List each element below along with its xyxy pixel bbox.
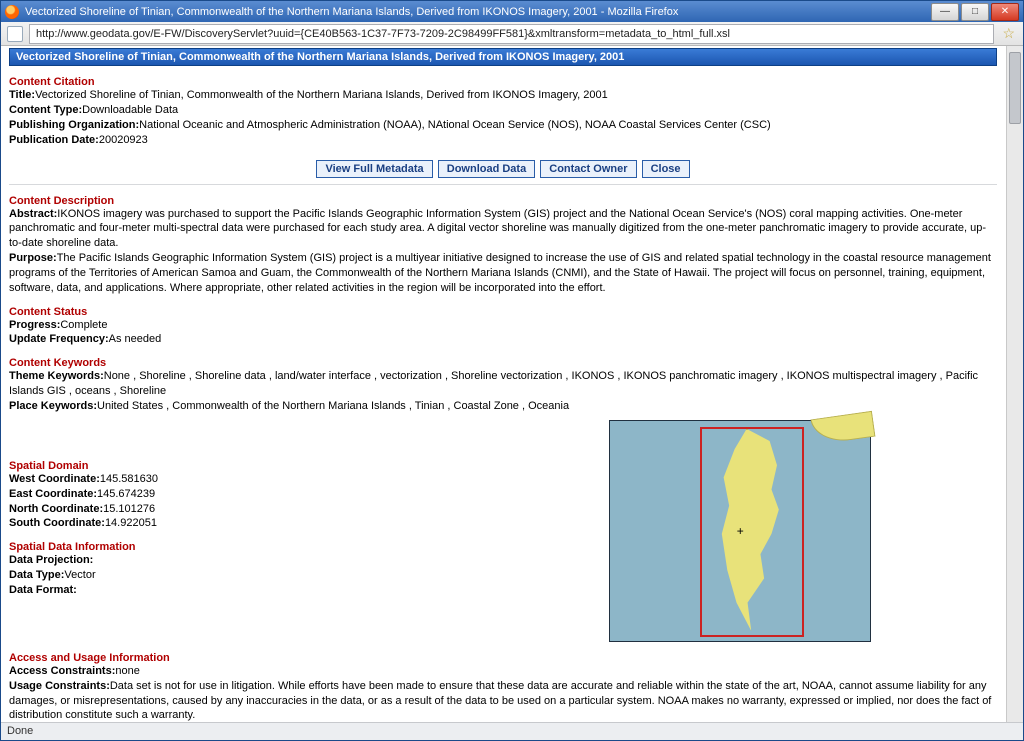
title-label: Title: xyxy=(9,89,35,101)
access-usage-section: Access and Usage Information Access Cons… xyxy=(9,652,997,722)
separator xyxy=(9,184,997,185)
purpose-label: Purpose: xyxy=(9,252,57,264)
map-preview: + xyxy=(609,420,871,642)
vertical-scrollbar[interactable] xyxy=(1006,46,1023,722)
download-data-button[interactable]: Download Data xyxy=(438,160,535,178)
map-bounding-box xyxy=(700,427,804,637)
window-close-button[interactable]: ✕ xyxy=(991,3,1019,21)
abstract-text: IKONOS imagery was purchased to support … xyxy=(9,208,986,250)
window-titlebar: Vectorized Shoreline of Tinian, Commonwe… xyxy=(1,1,1023,22)
view-full-metadata-button[interactable]: View Full Metadata xyxy=(316,160,432,178)
place-keywords-label: Place Keywords: xyxy=(9,400,97,412)
abstract-label: Abstract: xyxy=(9,208,57,220)
access-constraints-label: Access Constraints: xyxy=(9,665,115,677)
map-corner-land xyxy=(811,411,876,445)
spatial-data-info-section: Spatial Data Information Data Projection… xyxy=(9,541,463,598)
update-frequency-label: Update Frequency: xyxy=(9,333,109,345)
update-frequency-value: As needed xyxy=(109,333,162,345)
page-banner: Vectorized Shoreline of Tinian, Commonwe… xyxy=(9,48,997,66)
progress-value: Complete xyxy=(60,319,107,331)
data-format-label: Data Format: xyxy=(9,584,77,596)
access-constraints-value: none xyxy=(115,665,139,677)
status-text: Done xyxy=(7,725,33,737)
east-coord-label: East Coordinate: xyxy=(9,488,97,500)
south-coord-label: South Coordinate: xyxy=(9,517,105,529)
data-type-label: Data Type: xyxy=(9,569,64,581)
content-citation-heading: Content Citation xyxy=(9,76,997,88)
content-keywords-heading: Content Keywords xyxy=(9,357,997,369)
button-row-top: View Full Metadata Download Data Contact… xyxy=(9,160,997,178)
content-description-heading: Content Description xyxy=(9,195,997,207)
map-center-cross-icon: + xyxy=(735,526,745,536)
progress-label: Progress: xyxy=(9,319,60,331)
maximize-button[interactable]: □ xyxy=(961,3,989,21)
title-value: Vectorized Shoreline of Tinian, Commonwe… xyxy=(35,89,608,101)
data-projection-label: Data Projection: xyxy=(9,554,93,566)
url-text: http://www.geodata.gov/E-FW/DiscoverySer… xyxy=(36,28,730,40)
spatial-data-info-heading: Spatial Data Information xyxy=(9,541,463,553)
purpose-text: The Pacific Islands Geographic Informati… xyxy=(9,252,991,294)
spatial-row: Spatial Domain West Coordinate:145.58163… xyxy=(9,420,997,642)
window-title: Vectorized Shoreline of Tinian, Commonwe… xyxy=(25,6,931,18)
status-bar: Done xyxy=(1,722,1023,740)
spatial-domain-heading: Spatial Domain xyxy=(9,460,463,472)
content-status-section: Content Status Progress:Complete Update … xyxy=(9,306,997,348)
close-button[interactable]: Close xyxy=(642,160,690,178)
page-content: Vectorized Shoreline of Tinian, Commonwe… xyxy=(1,46,1023,722)
minimize-button[interactable]: — xyxy=(931,3,959,21)
theme-keywords-value: None , Shoreline , Shoreline data , land… xyxy=(9,370,978,397)
content-type-value: Downloadable Data xyxy=(82,104,178,116)
window-buttons: — □ ✕ xyxy=(931,3,1019,21)
content-type-label: Content Type: xyxy=(9,104,82,116)
firefox-icon xyxy=(5,5,19,19)
url-bar: http://www.geodata.gov/E-FW/DiscoverySer… xyxy=(1,22,1023,46)
page-icon xyxy=(7,26,23,42)
west-coord-label: West Coordinate: xyxy=(9,473,100,485)
content-status-heading: Content Status xyxy=(9,306,997,318)
north-coord-label: North Coordinate: xyxy=(9,503,103,515)
publishing-org-label: Publishing Organization: xyxy=(9,119,139,131)
west-coord-value: 145.581630 xyxy=(100,473,158,485)
place-keywords-value: United States , Commonwealth of the Nort… xyxy=(97,400,569,412)
access-usage-heading: Access and Usage Information xyxy=(9,652,997,664)
east-coord-value: 145.674239 xyxy=(97,488,155,500)
content-citation-section: Content Citation Title:Vectorized Shorel… xyxy=(9,76,997,147)
usage-constraints-value: Data set is not for use in litigation. W… xyxy=(9,680,991,722)
content-keywords-section: Content Keywords Theme Keywords:None , S… xyxy=(9,357,997,414)
browser-window: Vectorized Shoreline of Tinian, Commonwe… xyxy=(0,0,1024,741)
spatial-domain-section: Spatial Domain West Coordinate:145.58163… xyxy=(9,460,463,531)
bookmark-star-icon[interactable]: ☆ xyxy=(1000,25,1017,42)
south-coord-value: 14.922051 xyxy=(105,517,157,529)
data-type-value: Vector xyxy=(64,569,95,581)
contact-owner-button[interactable]: Contact Owner xyxy=(540,160,636,178)
address-field[interactable]: http://www.geodata.gov/E-FW/DiscoverySer… xyxy=(29,24,994,44)
north-coord-value: 15.101276 xyxy=(103,503,155,515)
usage-constraints-label: Usage Constraints: xyxy=(9,680,110,692)
publication-date-label: Publication Date: xyxy=(9,134,99,146)
publishing-org-value: National Oceanic and Atmospheric Adminis… xyxy=(139,119,771,131)
scrollbar-thumb[interactable] xyxy=(1009,52,1021,124)
theme-keywords-label: Theme Keywords: xyxy=(9,370,104,382)
publication-date-value: 20020923 xyxy=(99,134,148,146)
content-description-section: Content Description Abstract:IKONOS imag… xyxy=(9,195,997,296)
